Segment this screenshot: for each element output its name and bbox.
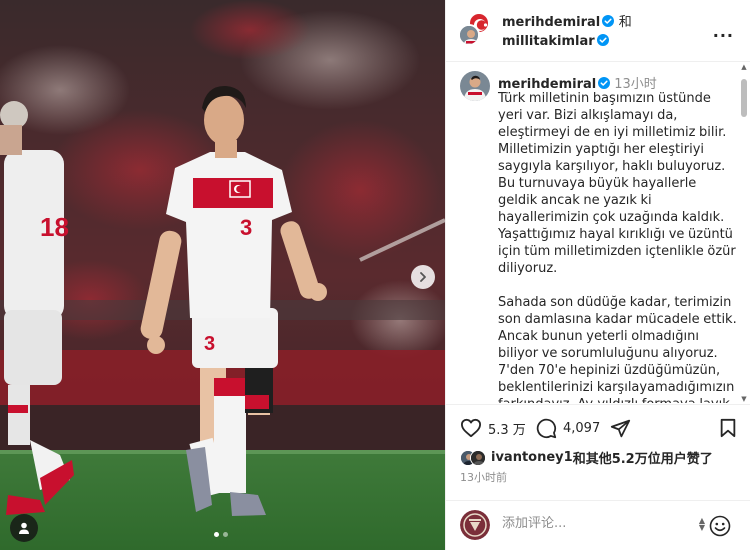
post-authors: merihdemiral 和 millitakimlar <box>502 13 632 51</box>
post-header: merihdemiral 和 millitakimlar ... <box>446 0 750 62</box>
resize-handle-icon[interactable]: ▲ ▼ <box>699 517 705 532</box>
comment-bubble-icon <box>536 418 557 439</box>
tagged-users-button[interactable] <box>10 514 38 542</box>
liked-by-row: ivantoney1 和其他5.2万位用户赞了 <box>460 448 713 467</box>
scrollbar-thumb[interactable] <box>741 79 747 117</box>
caption-author-avatar[interactable] <box>460 71 490 101</box>
comment-input[interactable] <box>502 516 682 531</box>
save-button[interactable] <box>719 418 737 438</box>
chevron-right-icon <box>420 272 426 282</box>
match-photo: 18 3 3 <box>0 0 445 550</box>
merihdemiral-avatar-small[interactable] <box>458 24 480 46</box>
current-user-avatar[interactable] <box>460 510 490 540</box>
author-username-2[interactable]: millitakimlar <box>502 34 595 49</box>
post-timestamp[interactable]: 13小时前 <box>460 469 507 485</box>
carousel-dot <box>223 532 228 537</box>
liked-by-rest[interactable]: 和其他5.2万位用户赞了 <box>573 448 713 467</box>
jersey-number: 3 <box>240 215 252 240</box>
liked-by-username[interactable]: ivantoney1 <box>491 450 573 465</box>
heart-icon <box>460 418 481 438</box>
next-slide-button[interactable] <box>411 265 435 289</box>
post-side-panel: merihdemiral 和 millitakimlar ... merihde… <box>445 0 750 550</box>
person-icon <box>19 522 29 534</box>
paper-plane-icon <box>610 419 631 438</box>
profile-photo-icon <box>471 450 485 465</box>
emoji-button[interactable] <box>709 515 731 541</box>
collab-avatars[interactable] <box>458 12 492 48</box>
carousel-dot <box>214 532 219 537</box>
share-button[interactable] <box>610 418 631 439</box>
verified-badge-icon <box>602 15 615 27</box>
likes-count: 5.3 万 <box>488 422 526 438</box>
post-photo[interactable]: 18 3 3 <box>0 0 445 550</box>
verified-badge-icon <box>596 34 609 46</box>
comments-count: 4,097 <box>563 421 601 436</box>
scroll-up-arrow-icon[interactable]: ▲ <box>740 63 748 71</box>
authors-joiner: 和 <box>618 15 632 30</box>
verified-badge-icon <box>598 77 611 89</box>
caption-text: Türk milletinin başımızın üstünde yeri v… <box>498 91 737 403</box>
caption-scrollbar[interactable]: ▲ ▼ <box>740 63 748 403</box>
profile-photo-icon <box>460 26 478 44</box>
teammate-number: 18 <box>40 212 69 242</box>
more-options-button[interactable]: ... <box>713 22 734 41</box>
like-button[interactable]: 5.3 万 <box>460 418 526 438</box>
post-actions: 5.3 万 4,097 <box>446 404 750 449</box>
comment-button[interactable]: 4,097 <box>536 418 600 439</box>
comment-bar: ▲▼ <box>446 500 750 550</box>
team-crest-icon <box>460 510 490 540</box>
scroll-down-arrow-icon[interactable]: ▼ <box>740 395 748 403</box>
caption-section: merihdemiral 13小时 Türk milletinin başımız… <box>446 63 750 403</box>
bookmark-icon <box>720 418 736 438</box>
shorts-number: 3 <box>204 333 215 355</box>
smiley-icon <box>709 515 731 537</box>
author-username-1[interactable]: merihdemiral <box>502 15 600 30</box>
profile-photo-icon <box>460 71 490 101</box>
carousel-indicator <box>214 532 228 537</box>
liker-avatar[interactable] <box>470 449 486 466</box>
